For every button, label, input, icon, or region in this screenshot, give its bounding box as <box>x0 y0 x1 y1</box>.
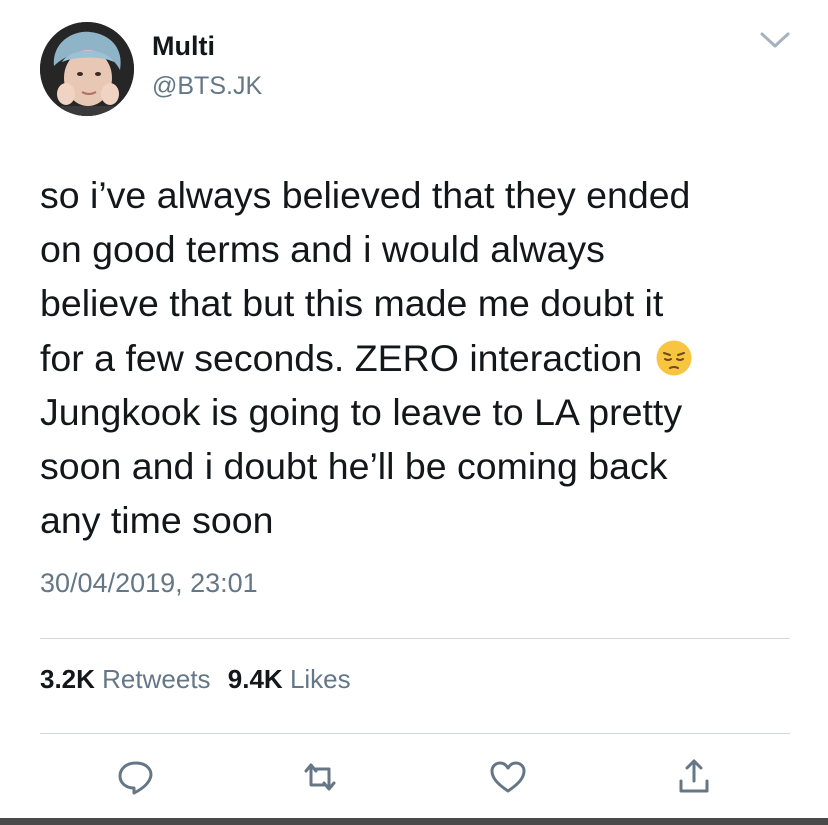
retweets-label: Retweets <box>102 664 211 694</box>
like-icon[interactable] <box>486 757 530 797</box>
retweets-stat[interactable]: 3.2K Retweets <box>40 664 211 694</box>
share-icon[interactable] <box>672 757 716 797</box>
display-name[interactable]: Multi <box>152 30 215 62</box>
engagement-stats: 3.2K Retweets 9.4K Likes <box>40 663 361 695</box>
retweet-icon[interactable] <box>298 757 342 797</box>
retweets-count: 3.2K <box>40 664 95 694</box>
tweet-text-part-2: Jungkook is going to leave to LA pretty … <box>40 390 683 542</box>
tweet-timestamp[interactable]: 30/04/2019, 23:01 <box>40 566 258 600</box>
likes-count: 9.4K <box>227 664 283 694</box>
bottom-edge <box>0 818 828 825</box>
profile-photo <box>40 22 134 116</box>
action-bar <box>0 757 828 797</box>
tweet-text: so i’ve always believed that they ended … <box>40 168 800 547</box>
divider <box>40 638 790 639</box>
divider <box>40 733 790 734</box>
tweet-text-part-1: so i’ve always believed that they ended … <box>40 174 691 379</box>
avatar[interactable] <box>40 22 134 116</box>
chevron-down-icon[interactable] <box>758 30 792 50</box>
user-handle[interactable]: @BTS.JK <box>152 71 262 101</box>
pensive-face-icon <box>655 337 693 376</box>
likes-label: Likes <box>289 664 351 694</box>
reply-icon[interactable] <box>114 757 158 797</box>
likes-stat[interactable]: 9.4K Likes <box>228 664 351 694</box>
